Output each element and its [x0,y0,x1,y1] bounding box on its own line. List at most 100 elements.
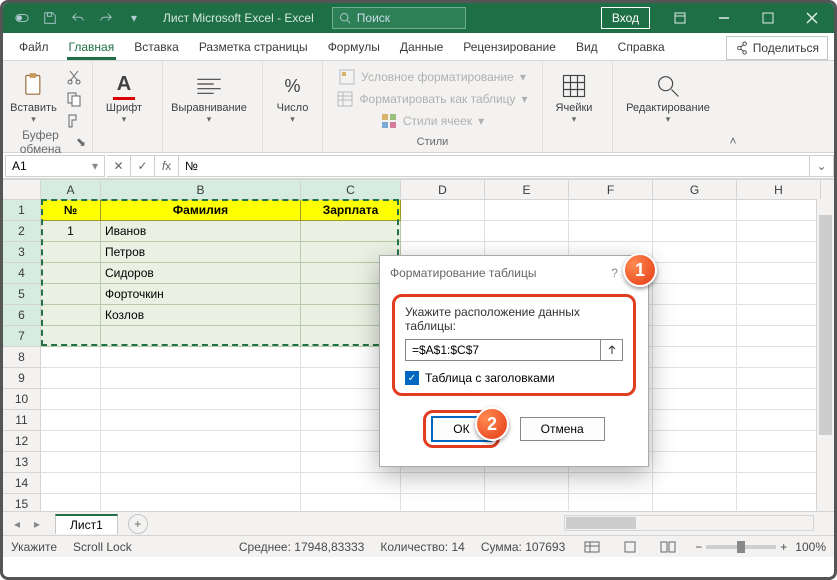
data-cell[interactable]: Козлов [101,305,301,326]
row-header[interactable]: 4 [3,263,41,284]
row-header[interactable]: 13 [3,452,41,473]
empty-cell[interactable] [569,200,653,221]
data-cell[interactable]: Иванов [101,221,301,242]
row-header[interactable]: 15 [3,494,41,511]
column-header[interactable]: E [485,180,569,200]
empty-cell[interactable] [41,347,101,368]
row-header[interactable]: 3 [3,242,41,263]
dialog-launcher-icon[interactable]: ⬊ [76,135,86,149]
qat-dropdown-icon[interactable]: ▾ [123,7,145,29]
empty-cell[interactable] [737,410,821,431]
page-break-view-icon[interactable] [657,538,679,556]
empty-cell[interactable] [101,410,301,431]
sheet-tab[interactable]: Лист1 [55,514,118,534]
empty-cell[interactable] [737,242,821,263]
empty-cell[interactable] [485,221,569,242]
cut-icon[interactable] [62,67,86,87]
tab-home[interactable]: Главная [59,34,125,60]
empty-cell[interactable] [737,368,821,389]
empty-cell[interactable] [737,221,821,242]
empty-cell[interactable] [41,431,101,452]
tab-insert[interactable]: Вставка [124,34,189,60]
share-button[interactable]: Поделиться [726,36,828,60]
empty-cell[interactable] [401,494,485,511]
empty-cell[interactable] [737,284,821,305]
vertical-scrollbar[interactable] [816,199,834,511]
header-cell[interactable]: № [41,200,101,221]
column-header[interactable]: B [101,180,301,200]
empty-cell[interactable] [653,221,737,242]
empty-cell[interactable] [41,473,101,494]
data-cell[interactable] [41,326,101,347]
number-button[interactable]: %Число▾ [269,66,316,132]
row-header[interactable]: 10 [3,389,41,410]
help-icon[interactable]: ? [611,266,618,280]
save-icon[interactable] [39,7,61,29]
empty-cell[interactable] [737,389,821,410]
empty-cell[interactable] [401,200,485,221]
row-header[interactable]: 11 [3,410,41,431]
data-cell[interactable] [41,242,101,263]
redo-icon[interactable] [95,7,117,29]
empty-cell[interactable] [101,431,301,452]
fx-icon[interactable]: fx [155,155,179,177]
undo-icon[interactable] [67,7,89,29]
empty-cell[interactable] [41,410,101,431]
empty-cell[interactable] [653,200,737,221]
zoom-slider[interactable]: −+ 100% [695,540,826,554]
empty-cell[interactable] [41,368,101,389]
empty-cell[interactable] [101,494,301,511]
empty-cell[interactable] [737,200,821,221]
row-header[interactable]: 7 [3,326,41,347]
cells-button[interactable]: Ячейки▾ [549,66,599,132]
maximize-icon[interactable] [746,3,790,33]
data-cell[interactable] [41,305,101,326]
row-header[interactable]: 6 [3,305,41,326]
column-header[interactable]: A [41,180,101,200]
empty-cell[interactable] [653,347,737,368]
data-cell[interactable] [41,284,101,305]
alignment-button[interactable]: Выравнивание▾ [169,66,249,132]
horizontal-scrollbar[interactable] [564,515,814,531]
row-header[interactable]: 12 [3,431,41,452]
column-header[interactable]: F [569,180,653,200]
row-header[interactable]: 9 [3,368,41,389]
data-cell[interactable]: 1 [41,221,101,242]
zoom-value[interactable]: 100% [795,540,826,554]
data-cell[interactable]: Форточкин [101,284,301,305]
empty-cell[interactable] [41,452,101,473]
tab-formulas[interactable]: Формулы [318,34,390,60]
format-as-table-button[interactable]: Форматировать как таблицу▾ [333,89,531,109]
row-header[interactable]: 14 [3,473,41,494]
empty-cell[interactable] [737,326,821,347]
empty-cell[interactable] [653,284,737,305]
header-cell[interactable]: Зарплата [301,200,401,221]
chevron-down-icon[interactable]: ▾ [92,159,98,173]
empty-cell[interactable] [653,305,737,326]
header-cell[interactable]: Фамилия [101,200,301,221]
tab-review[interactable]: Рецензирование [453,34,566,60]
empty-cell[interactable] [101,452,301,473]
minimize-icon[interactable] [702,3,746,33]
tab-data[interactable]: Данные [390,34,453,60]
tab-layout[interactable]: Разметка страницы [189,34,318,60]
empty-cell[interactable] [653,494,737,511]
empty-cell[interactable] [653,473,737,494]
empty-cell[interactable] [737,263,821,284]
empty-cell[interactable] [737,473,821,494]
tab-view[interactable]: Вид [566,34,608,60]
add-sheet-button[interactable]: + [128,514,148,534]
ribbon-options-icon[interactable] [658,3,702,33]
data-cell[interactable] [101,326,301,347]
expand-formula-icon[interactable]: ⌄ [810,155,834,177]
empty-cell[interactable] [101,389,301,410]
normal-view-icon[interactable] [581,538,603,556]
empty-cell[interactable] [101,473,301,494]
copy-icon[interactable] [62,89,86,109]
row-header[interactable]: 8 [3,347,41,368]
login-button[interactable]: Вход [601,7,650,29]
empty-cell[interactable] [653,326,737,347]
empty-cell[interactable] [301,494,401,511]
empty-cell[interactable] [737,494,821,511]
empty-cell[interactable] [653,263,737,284]
